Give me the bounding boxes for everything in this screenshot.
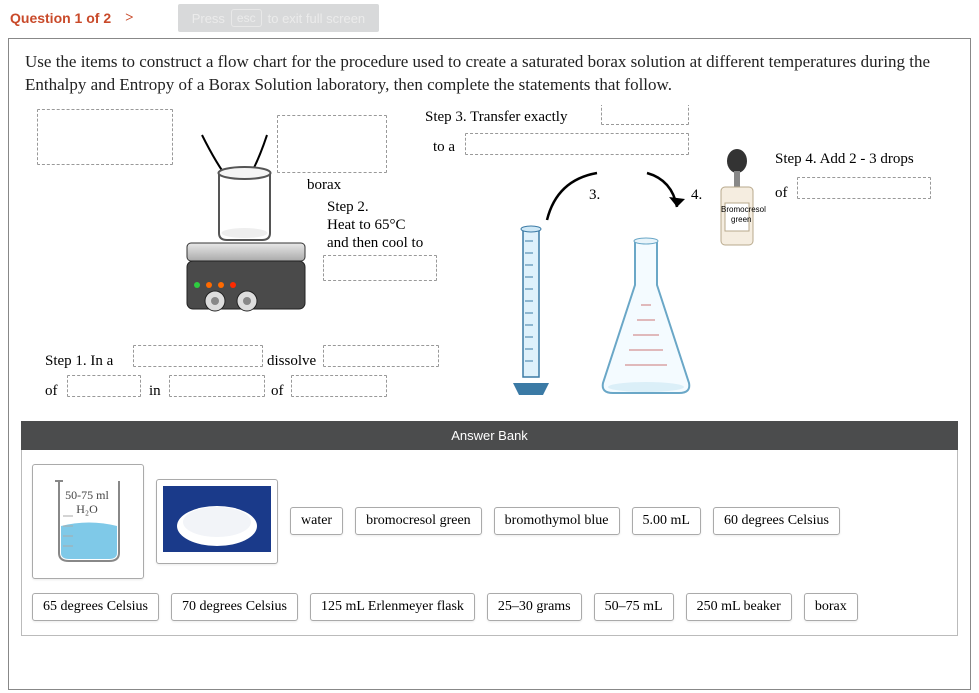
drop-step1-container[interactable]: [133, 345, 263, 367]
beaker-h2o-text: H₂O: [76, 502, 98, 516]
next-question-chevron[interactable]: >: [125, 10, 134, 27]
step2-label-line2: Heat to 65°C: [327, 217, 406, 234]
drop-borax-image[interactable]: [277, 115, 387, 173]
bank-item-125ml-flask[interactable]: 125 mL Erlenmeyer flask: [310, 593, 475, 621]
step2-label-line3: and then cool to: [327, 235, 423, 252]
label-4: 4.: [691, 187, 702, 204]
bromo-bottle-label1: Bromocresol: [721, 205, 766, 214]
step2-label-line1: Step 2.: [327, 199, 369, 216]
bank-item-borax[interactable]: borax: [804, 593, 858, 621]
beaker-water-icon: 50-75 ml H₂O: [39, 471, 135, 567]
beaker-vol-text: 50-75 ml: [65, 488, 109, 502]
answer-bank-header: Answer Bank: [21, 421, 958, 450]
step1-of2: of: [271, 383, 284, 400]
esc-hint-pre: Press: [192, 11, 225, 26]
answer-bank-row-2: 65 degrees Celsius 70 degrees Celsius 12…: [32, 593, 947, 621]
drop-step3-container[interactable]: [465, 133, 689, 155]
bank-item-70c[interactable]: 70 degrees Celsius: [171, 593, 298, 621]
drop-step1-solute[interactable]: [67, 375, 141, 397]
bank-item-borax-image[interactable]: [156, 479, 278, 564]
step1-pre: Step 1. In a: [45, 353, 113, 370]
top-bar: Question 1 of 2 > Press esc to exit full…: [0, 0, 979, 38]
answer-bank-row-1: 50-75 ml H₂O water bromocresol green bro…: [32, 464, 947, 579]
step1-dissolve: dissolve: [267, 353, 316, 370]
bank-item-65c[interactable]: 65 degrees Celsius: [32, 593, 159, 621]
erlenmeyer-flask-icon: [591, 235, 701, 401]
step4-of: of: [775, 185, 788, 202]
bank-item-60c[interactable]: 60 degrees Celsius: [713, 507, 840, 535]
bank-item-5ml[interactable]: 5.00 mL: [632, 507, 701, 535]
answer-bank: 50-75 ml H₂O water bromocresol green bro…: [21, 450, 958, 636]
esc-hint-post: to exit full screen: [268, 11, 366, 26]
step1-of: of: [45, 383, 58, 400]
graduated-cylinder-icon: [507, 223, 555, 401]
bank-item-bromocresol-green[interactable]: bromocresol green: [355, 507, 482, 535]
bank-item-bromothymol-blue[interactable]: bromothymol blue: [494, 507, 620, 535]
drop-step1-mass[interactable]: [323, 345, 439, 367]
step3-line1: Step 3. Transfer exactly: [425, 109, 567, 126]
esc-key-icon: esc: [231, 9, 262, 27]
instructions-text: Use the items to construct a flow chart …: [9, 39, 970, 105]
bank-item-water[interactable]: water: [290, 507, 343, 535]
step3-toa: to a: [433, 139, 455, 156]
borax-label: borax: [307, 177, 341, 194]
exit-fullscreen-hint: Press esc to exit full screen: [178, 4, 379, 32]
flowchart-area: borax Step 2. Heat to 65°C and then cool…: [9, 105, 970, 421]
drop-step2-temp[interactable]: [323, 255, 437, 281]
bank-item-beaker-image[interactable]: 50-75 ml H₂O: [32, 464, 144, 579]
drop-step4-indicator[interactable]: [797, 177, 931, 199]
drop-step1-image-left[interactable]: [37, 109, 173, 165]
question-counter: Question 1 of 2: [10, 10, 111, 26]
bromo-bottle-label2: green: [731, 215, 751, 224]
label-3: 3.: [589, 187, 600, 204]
drop-step3-volume[interactable]: [601, 105, 689, 125]
dropper-bottle-icon: [711, 147, 763, 257]
drop-step1-volume[interactable]: [169, 375, 265, 397]
borax-powder-icon: [163, 486, 271, 552]
bank-item-25-30g[interactable]: 25–30 grams: [487, 593, 582, 621]
question-panel: Use the items to construct a flow chart …: [8, 38, 971, 690]
step1-in: in: [149, 383, 161, 400]
drop-step1-solvent[interactable]: [291, 375, 387, 397]
bank-item-50-75ml[interactable]: 50–75 mL: [594, 593, 674, 621]
bank-item-250ml-beaker[interactable]: 250 mL beaker: [686, 593, 792, 621]
step4-line1: Step 4. Add 2 - 3 drops: [775, 151, 914, 168]
